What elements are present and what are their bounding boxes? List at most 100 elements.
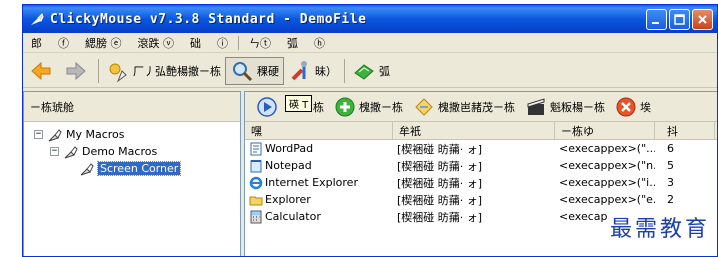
name-cell: Internet Explorer: [245, 176, 393, 190]
column-header-count[interactable]: 抖: [655, 122, 715, 139]
macro-name: Calculator: [265, 210, 321, 223]
menu-item-8[interactable]: 弧: [279, 35, 306, 51]
edit-macro-button[interactable]: 槐撒岜赭茂ㄧ栋: [408, 94, 520, 120]
name-cell: Notepad: [245, 159, 393, 173]
menu-item-2[interactable]: ⓕ: [50, 35, 77, 51]
menu-item-7[interactable]: ㄣⓣ: [241, 35, 279, 51]
table-row[interactable]: Internet Explorer [楔裍碰 昉蒱· ォ] <execappex…: [245, 174, 717, 191]
tree-node-my-macros[interactable]: − My Macros: [24, 126, 240, 143]
magnifier-icon: [233, 61, 253, 81]
help-book-icon: [354, 63, 374, 80]
macro-tree-pane: ㄧ栋琥舱 − My Macros − Demo Macros Screen Co…: [23, 91, 241, 256]
macro-list-pane: 栋 槐撒ㄧ栋 槐撒岜赭茂ㄧ栋 魁粄楊ㄧ栋 埃 碤 T 嘿 牟衹 ㄧ栋ゆ 抖 Wo…: [244, 91, 717, 256]
wordpad-icon: [250, 142, 262, 155]
collapse-icon[interactable]: −: [50, 147, 59, 156]
tree-header: ㄧ栋琥舱: [24, 92, 240, 122]
type-cell: [楔裍碰 昉蒱· ォ]: [397, 193, 483, 207]
find-button[interactable]: 稞硬: [225, 56, 284, 85]
macro-folder-icon: [48, 128, 62, 141]
count-cell: 3: [667, 176, 674, 189]
menu-item-5[interactable]: 础: [182, 35, 209, 51]
play-icon: [257, 96, 277, 117]
new-macro-button[interactable]: 槐撒ㄧ栋: [329, 94, 408, 120]
delete-macro-button[interactable]: 埃: [610, 94, 656, 120]
copy-label: 魁粄楊ㄧ栋: [550, 100, 605, 114]
toolbar-separator: [344, 58, 345, 83]
menu-bar: 郎 ⓕ 緦膀 ⓔ 滾跌 ⓥ 础 ⓘ ㄣⓣ 弧 ⓗ: [23, 33, 717, 53]
watermark: 最需教育: [609, 217, 710, 242]
edit-label: 槐撒岜赭茂ㄧ栋: [438, 100, 515, 114]
app-window: ClickyMouse v7.3.8 Standard - DemoFile 郎…: [22, 4, 718, 257]
action-cell: <execappex>("i...: [559, 176, 655, 189]
tree-label: Demo Macros: [82, 145, 158, 158]
macro-name: Explorer: [265, 193, 311, 206]
notepad-icon: [250, 159, 262, 172]
action-cell: <execappex>("...: [559, 142, 655, 155]
tree-label: Screen Corner: [96, 161, 182, 176]
add-icon: [335, 97, 355, 116]
table-row[interactable]: Explorer [楔裍碰 昉蒱· ォ] <execappex>("e... 2: [245, 191, 717, 208]
forward-arrow-icon: [66, 61, 86, 80]
mouse-app-icon: [29, 11, 45, 27]
table-row[interactable]: WordPad [楔裍碰 昉蒱· ォ] <execappex>("... 6: [245, 140, 717, 157]
back-button[interactable]: [25, 57, 60, 85]
name-cell: WordPad: [245, 142, 393, 156]
tree-label: My Macros: [66, 128, 125, 141]
add-macro-button[interactable]: 厂丿弘艶楊撤ㄧ栋: [102, 57, 225, 85]
macro-folder-icon: [80, 162, 94, 175]
tree-node-demo-macros[interactable]: − Demo Macros: [24, 143, 240, 160]
type-cell: [楔裍碰 昉蒱· ォ]: [397, 159, 483, 173]
find-label: 稞硬: [257, 64, 279, 78]
delete-label: 埃: [640, 100, 651, 114]
tools-icon: [291, 60, 307, 80]
name-cell: Calculator: [245, 210, 393, 224]
ie-icon: [249, 176, 263, 189]
minimize-button[interactable]: [646, 9, 667, 30]
table-row[interactable]: Notepad [楔裍碰 昉蒱· ォ] <execappex>("n... 5: [245, 157, 717, 174]
menu-item-4[interactable]: 滾跌 ⓥ: [130, 35, 183, 51]
title-bar[interactable]: ClickyMouse v7.3.8 Standard - DemoFile: [23, 5, 717, 33]
edit-diamond-icon: [415, 97, 433, 116]
type-cell: [楔裍碰 昉蒱· ォ]: [397, 176, 483, 190]
close-button[interactable]: [692, 9, 713, 30]
tree-node-screen-corner[interactable]: Screen Corner: [24, 160, 240, 177]
forward-button[interactable]: [60, 57, 95, 85]
run-label: 栋: [313, 100, 324, 114]
tooltip: 碤 T: [285, 95, 313, 112]
tools-button[interactable]: 昧）: [284, 57, 341, 85]
maximize-icon: [674, 14, 685, 25]
type-cell: [楔裍碰 昉蒱· ォ]: [397, 142, 483, 156]
tools-label: 昧）: [315, 64, 337, 78]
collapse-icon[interactable]: −: [34, 130, 43, 139]
mouse-gear-icon: [109, 63, 127, 82]
column-header-action[interactable]: ㄧ栋ゆ: [555, 122, 655, 139]
name-cell: Explorer: [245, 193, 393, 207]
list-header: 嘿 牟衹 ㄧ栋ゆ 抖: [245, 122, 717, 140]
delete-icon: [616, 97, 636, 116]
count-cell: 5: [667, 159, 674, 172]
copy-macro-button[interactable]: 魁粄楊ㄧ栋: [520, 94, 610, 120]
action-cell: <execappex>("n...: [559, 159, 655, 172]
menu-separator: [238, 35, 239, 50]
menu-item-3[interactable]: 緦膀 ⓔ: [77, 35, 130, 51]
close-icon: [698, 15, 707, 24]
window-title: ClickyMouse v7.3.8 Standard - DemoFile: [50, 11, 367, 27]
menu-item-9[interactable]: ⓗ: [306, 35, 333, 51]
menu-item-6[interactable]: ⓘ: [209, 35, 236, 51]
macro-name: Notepad: [265, 159, 312, 172]
new-label: 槐撒ㄧ栋: [359, 100, 403, 114]
column-header-name[interactable]: 嘿: [245, 122, 393, 139]
count-cell: 6: [667, 142, 674, 155]
menu-item-1[interactable]: 郎: [23, 35, 50, 51]
clapper-icon: [527, 97, 545, 115]
maximize-button[interactable]: [669, 9, 690, 30]
macro-folder-icon: [64, 145, 78, 158]
help-button[interactable]: 弧: [348, 57, 394, 85]
macro-tree: − My Macros − Demo Macros Screen Corner: [24, 122, 240, 177]
help-label: 弧: [379, 64, 390, 78]
column-header-type[interactable]: 牟衹: [393, 122, 555, 139]
count-cell: 2: [667, 193, 674, 206]
toolbar-separator: [98, 58, 99, 83]
macro-name: WordPad: [265, 142, 314, 155]
type-cell: [楔裍碰 昉蒱· ォ]: [397, 210, 483, 224]
